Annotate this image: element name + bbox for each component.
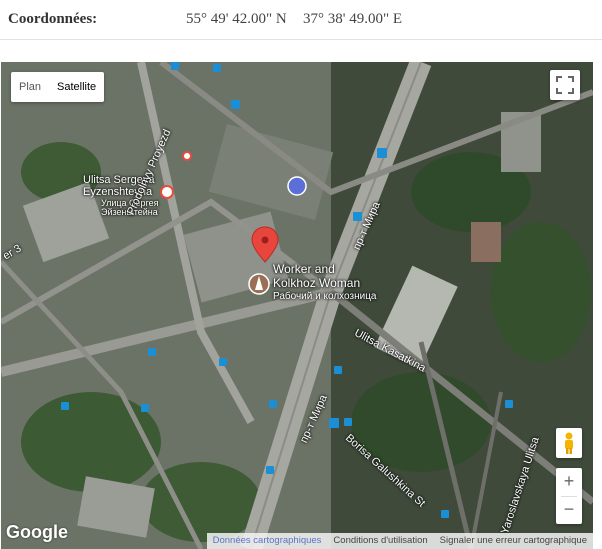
map-label-place-line2: Kolkhoz Woman: [273, 276, 361, 290]
map-data-link[interactable]: Données cartographiques: [207, 533, 328, 549]
satellite-imagery: [1, 62, 593, 549]
map-label-place-line1: Worker and: [273, 262, 335, 276]
zoom-out-button[interactable]: −: [556, 496, 582, 524]
map-attribution-bar: Données cartographiques Conditions d'uti…: [206, 533, 593, 549]
coordinates-label: Coordonnées:: [8, 11, 98, 27]
coordinates-row: Coordonnées: 55° 49' 42.00" N 37° 38' 49…: [0, 0, 602, 40]
zoom-in-button[interactable]: +: [556, 468, 582, 496]
google-logo[interactable]: Google: [6, 522, 68, 543]
fullscreen-icon: [556, 76, 574, 94]
terms-link[interactable]: Conditions d'utilisation: [327, 533, 433, 549]
map-type-satellite-button[interactable]: Satellite: [49, 72, 104, 102]
map-label-place-cyrillic: Рабочий и колхозница: [273, 291, 377, 302]
pegman-icon: [565, 432, 573, 454]
report-error-link[interactable]: Signaler une erreur cartographique: [434, 533, 593, 549]
map-view[interactable]: Ulitsa Sergeya Eyzenshteyna Улица Сергея…: [1, 62, 593, 549]
zoom-divider: [561, 496, 577, 497]
zoom-control: + −: [556, 468, 582, 524]
map-type-plan-button[interactable]: Plan: [11, 72, 49, 102]
map-type-control: Plan Satellite: [11, 72, 105, 102]
street-view-pegman-button[interactable]: [556, 428, 582, 458]
fullscreen-button[interactable]: [550, 70, 580, 100]
latitude-value: 55° 49' 42.00" N: [186, 11, 287, 27]
longitude-value: 37° 38' 49.00" E: [303, 11, 402, 27]
